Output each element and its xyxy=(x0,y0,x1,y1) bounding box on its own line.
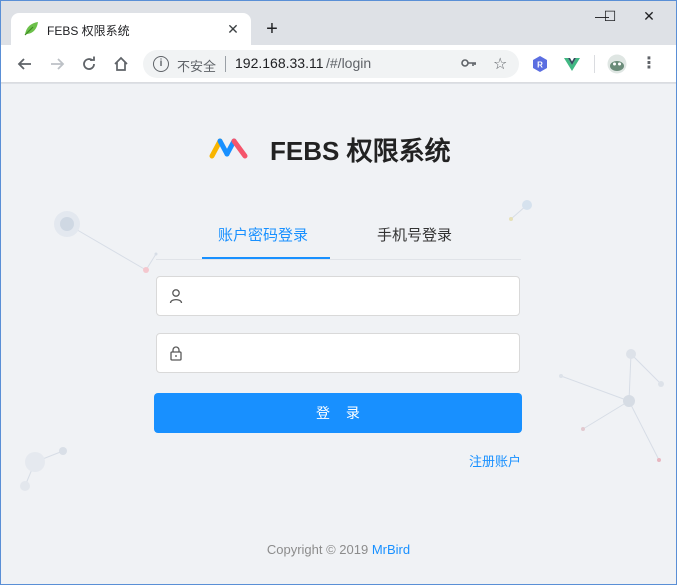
active-tab-indicator xyxy=(202,257,330,259)
home-icon xyxy=(114,56,128,71)
browser-toolbar: i 不安全 192.168.33.11 /#/login ☆ R ⋮ xyxy=(1,45,676,83)
forward-arrow-icon xyxy=(51,58,65,70)
username-field[interactable] xyxy=(156,276,520,316)
back-button[interactable] xyxy=(13,52,37,76)
profile-avatar[interactable] xyxy=(607,54,627,74)
close-window-button[interactable]: ✕ xyxy=(626,1,672,31)
browser-window: FEBS 权限系统 ✕ + — ☐ ✕ i 不安全 192.168.33.11 … xyxy=(0,0,677,585)
new-tab-button[interactable]: + xyxy=(261,18,283,40)
page-footer: Copyright © 2019 MrBird xyxy=(1,542,676,557)
reload-button[interactable] xyxy=(77,52,101,76)
register-link[interactable]: 注册账户 xyxy=(469,451,521,470)
lock-icon xyxy=(170,346,182,361)
tab-phone[interactable]: 手机号登录 xyxy=(377,224,452,245)
info-icon[interactable]: i xyxy=(153,56,169,72)
leaf-icon xyxy=(24,22,38,36)
browser-tab[interactable]: FEBS 权限系统 ✕ xyxy=(11,13,251,45)
bookmark-star-icon[interactable]: ☆ xyxy=(493,54,507,74)
vue-devtools-icon[interactable] xyxy=(563,55,581,73)
brand-title: FEBS 权限系统 xyxy=(270,136,451,166)
close-tab-icon[interactable]: ✕ xyxy=(223,19,243,39)
browser-menu-icon[interactable]: ⋮ xyxy=(641,53,657,75)
password-input[interactable] xyxy=(193,338,513,368)
febs-logo-icon xyxy=(209,138,248,159)
tab-title: FEBS 权限系统 xyxy=(47,24,130,38)
username-input[interactable] xyxy=(193,281,513,311)
r-extension-icon[interactable]: R xyxy=(531,55,549,73)
reload-icon xyxy=(83,56,95,70)
home-button[interactable] xyxy=(109,52,133,76)
author-link[interactable]: MrBird xyxy=(372,542,410,557)
address-bar[interactable]: i 不安全 192.168.33.11 /#/login ☆ xyxy=(143,50,519,78)
login-tabs: 账户密码登录 手机号登录 xyxy=(156,212,521,260)
toolbar-divider xyxy=(594,55,595,73)
url-host: 192.168.33.11 xyxy=(235,55,324,71)
password-field[interactable] xyxy=(156,333,520,373)
tab-account-password[interactable]: 账户密码登录 xyxy=(218,224,308,245)
login-button[interactable]: 登 录 xyxy=(154,393,522,433)
address-separator xyxy=(225,56,226,72)
login-page: FEBS 权限系统 账户密码登录 手机号登录 登 录 注册账户 Copyrigh… xyxy=(1,84,676,584)
user-icon xyxy=(169,289,183,304)
copyright-text: Copyright © 2019 xyxy=(266,542,369,557)
svg-text:R: R xyxy=(537,61,543,70)
tab-strip: FEBS 权限系统 ✕ + — ☐ ✕ xyxy=(1,1,676,45)
forward-button[interactable] xyxy=(45,52,69,76)
key-icon[interactable] xyxy=(461,56,477,73)
security-label: 不安全 xyxy=(177,59,217,74)
back-arrow-icon xyxy=(17,58,31,70)
url-path: /#/login xyxy=(326,55,372,71)
